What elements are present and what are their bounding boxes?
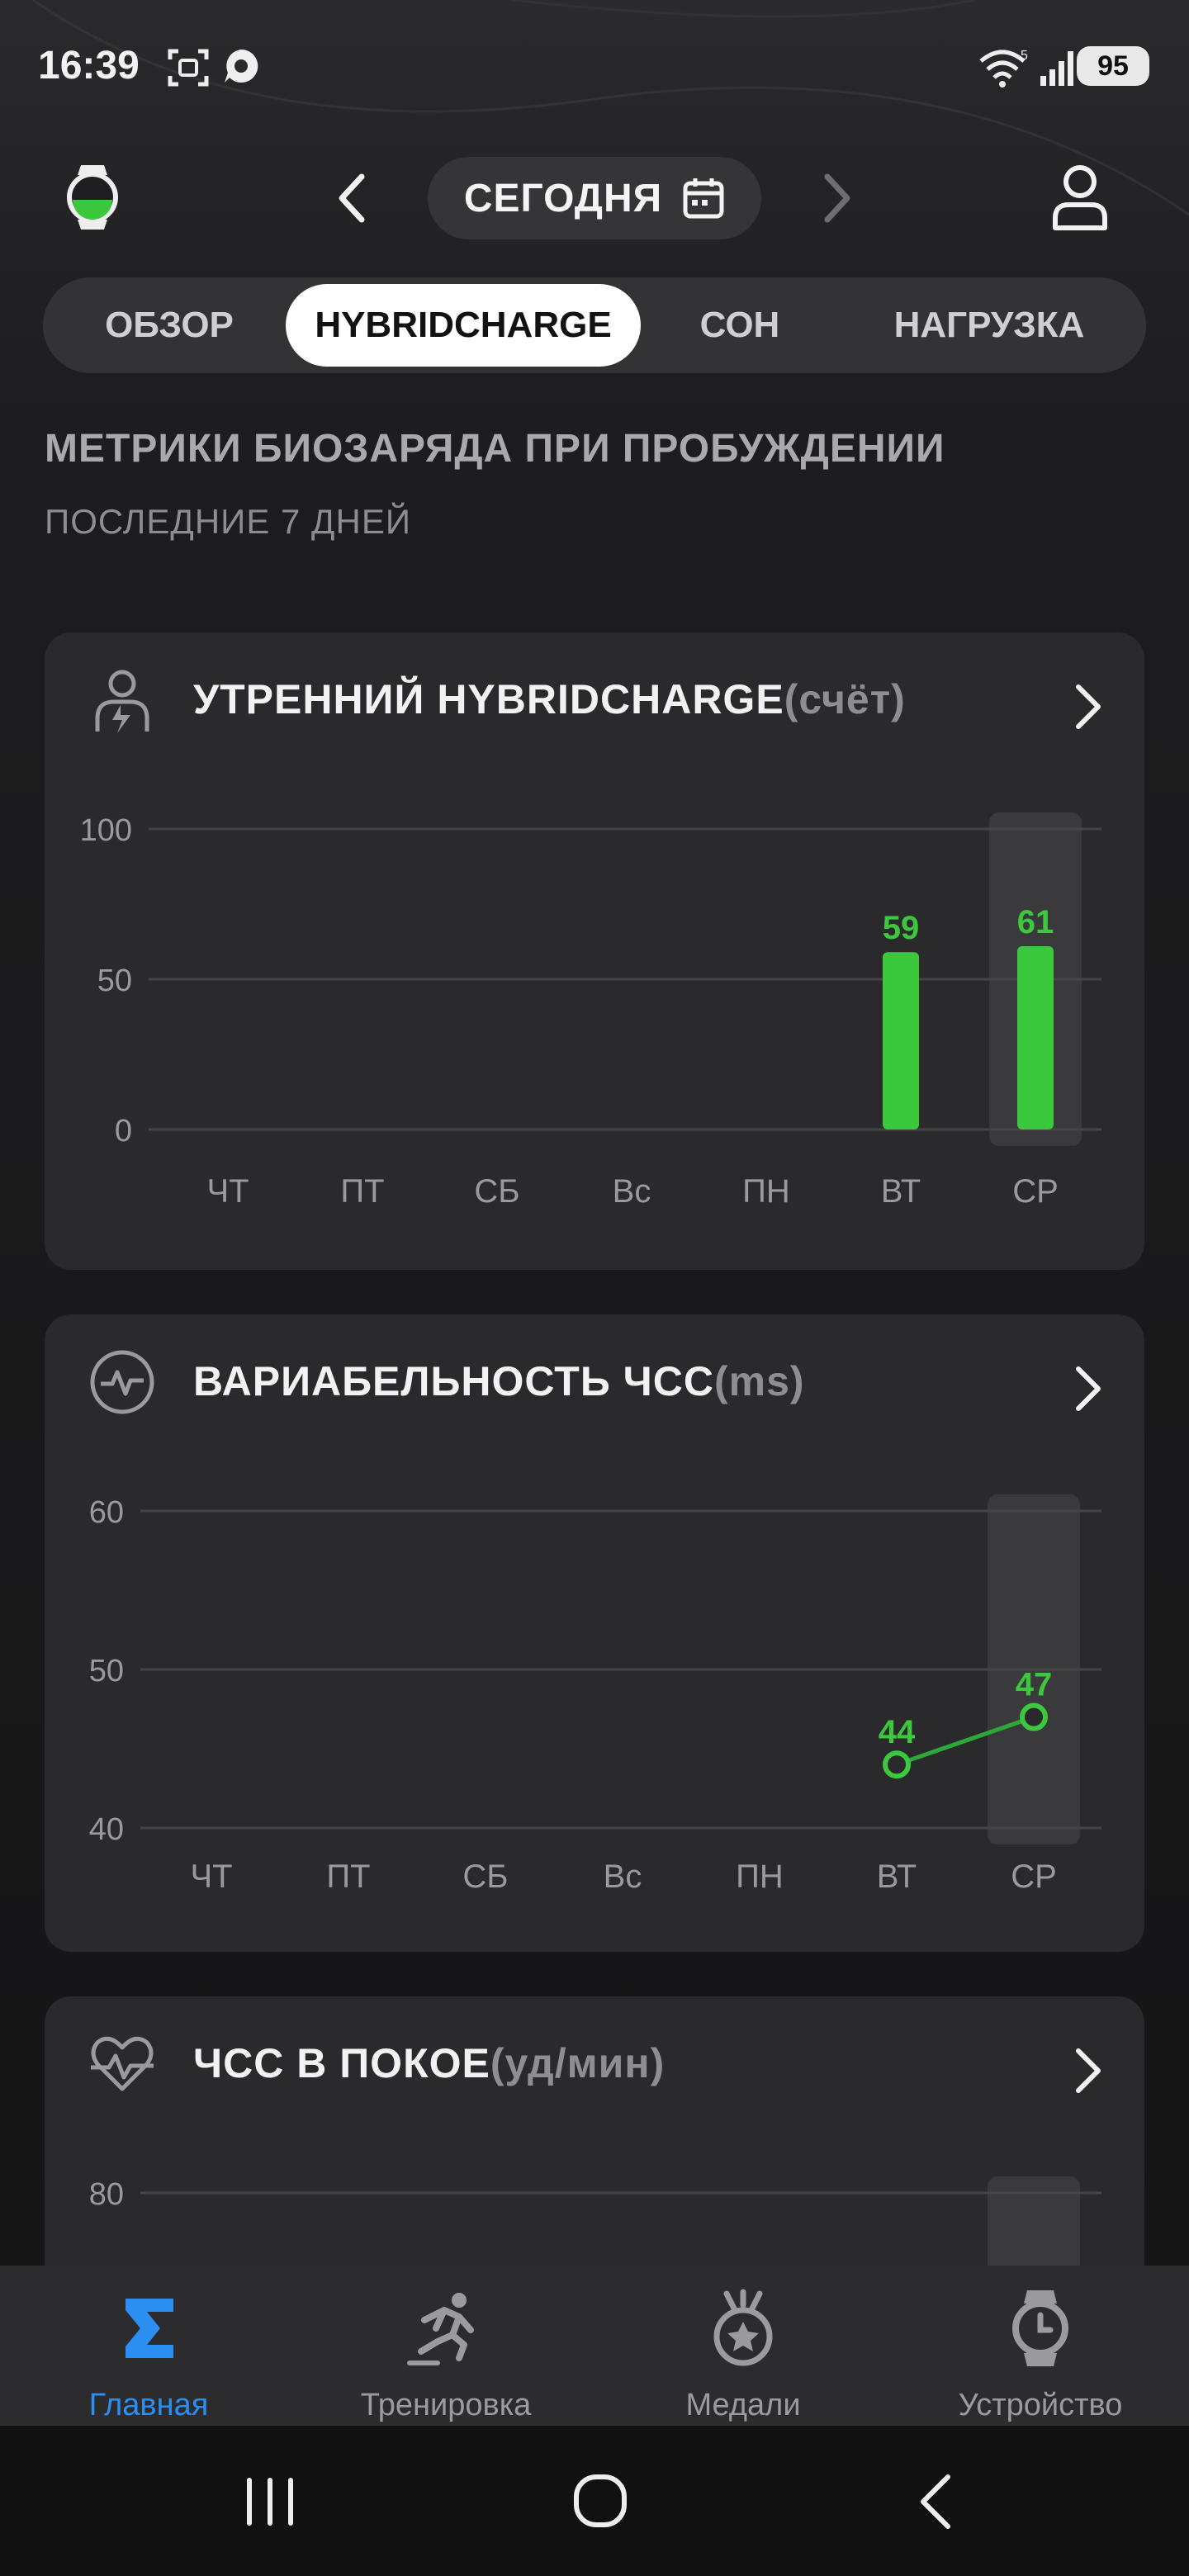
y-tick-label: 40 — [89, 1812, 124, 1847]
y-tick-label: 80 — [89, 2177, 124, 2212]
runner-icon — [407, 2293, 474, 2365]
x-tick-label: ВТ — [881, 1173, 921, 1210]
bar — [1017, 945, 1054, 1129]
date-label: СЕГОДНЯ — [463, 176, 663, 220]
sigma-home-icon — [126, 2299, 173, 2358]
y-tick-label: 50 — [97, 964, 132, 998]
watch-device-icon — [1012, 2290, 1068, 2366]
nav-workout[interactable]: Тренировка — [297, 2266, 594, 2426]
nav-label: Медали — [685, 2388, 801, 2422]
x-tick-label: ПТ — [340, 1173, 384, 1210]
x-tick-label: ПН — [736, 1859, 784, 1895]
x-tick-label: ВТ — [877, 1859, 917, 1895]
battery-indicator: 95 — [1077, 46, 1149, 86]
home-icon[interactable] — [563, 2469, 637, 2535]
x-tick-label: Вс — [613, 1173, 651, 1210]
wifi-icon: 5 — [979, 49, 1028, 88]
y-tick-label: 60 — [89, 1495, 124, 1530]
nav-label: Устройство — [958, 2388, 1123, 2422]
status-time: 16:39 — [38, 44, 140, 88]
data-point — [883, 1750, 911, 1779]
bar-value-label: 59 — [883, 910, 920, 946]
hybridcharge-bar-chart: 0 50 100 ЧТ ПТ СБ Вс ПН ВТ СР 59 61 — [80, 812, 1101, 1210]
data-point — [1020, 1702, 1048, 1731]
point-value-label: 47 — [1016, 1667, 1053, 1703]
x-tick-label: СР — [1011, 1859, 1057, 1895]
system-navigation-bar — [0, 2426, 1189, 2576]
y-tick-label: 50 — [89, 1654, 124, 1688]
svg-text:5: 5 — [1021, 49, 1028, 63]
bar — [883, 952, 919, 1129]
signal-icon — [1040, 51, 1073, 86]
tab-bar: ОБЗОР HYBRIDCHARGE СОН НАГРУЗКА — [43, 277, 1146, 373]
x-tick-label: СР — [1012, 1173, 1059, 1210]
tab-sleep[interactable]: СОН — [641, 284, 839, 367]
bar-value-label: 61 — [1017, 904, 1054, 940]
point-value-label: 44 — [879, 1714, 916, 1750]
chat-bubble-icon — [225, 49, 258, 83]
section-title: МЕТРИКИ БИОЗАРЯДА ПРИ ПРОБУЖДЕНИИ — [45, 427, 945, 471]
back-icon[interactable] — [900, 2469, 974, 2535]
nav-medals[interactable]: Медали — [594, 2266, 892, 2426]
y-tick-label: 100 — [80, 813, 132, 848]
hrv-card[interactable]: ВАРИАБЕЛЬНОСТЬ ЧСС(ms) 40 50 60 ЧТ ПТ СБ Вс ПН В… — [45, 1314, 1144, 1952]
x-tick-label: ЧТ — [206, 1173, 249, 1210]
x-tick-label: ЧТ — [190, 1859, 232, 1895]
nav-label: Главная — [88, 2388, 209, 2422]
chevron-left-icon[interactable] — [330, 170, 380, 226]
nav-device[interactable]: Устройство — [892, 2266, 1189, 2426]
medal-icon — [713, 2289, 773, 2366]
x-tick-label: Вс — [604, 1859, 642, 1895]
section-subtitle: ПОСЛЕДНИЕ 7 ДНЕЙ — [45, 502, 412, 541]
x-tick-label: СБ — [474, 1173, 519, 1210]
nav-home[interactable]: Главная — [0, 2266, 297, 2426]
tab-overview[interactable]: ОБЗОР — [50, 284, 289, 367]
screenshot-icon — [168, 49, 209, 87]
calendar-icon — [683, 178, 724, 219]
tab-load[interactable]: НАГРУЗКА — [839, 284, 1139, 367]
date-selector[interactable]: СЕГОДНЯ — [428, 157, 761, 239]
profile-icon[interactable] — [1050, 162, 1110, 231]
tab-hybridcharge[interactable]: HYBRIDCHARGE — [286, 284, 641, 367]
nav-label: Тренировка — [360, 2388, 532, 2422]
status-bar: 16:39 5 95 — [0, 0, 1189, 132]
recents-icon[interactable] — [233, 2469, 307, 2535]
morning-hybridcharge-card[interactable]: УТРЕННИЙ HYBRIDCHARGE(счёт) 0 50 100 ЧТ ПТ СБ… — [45, 632, 1144, 1270]
x-tick-label: ПТ — [326, 1859, 370, 1895]
hrv-line-chart: 40 50 60 ЧТ ПТ СБ Вс ПН ВТ СР 44 47 — [89, 1494, 1101, 1895]
x-tick-label: ПН — [742, 1173, 790, 1210]
chevron-right-icon[interactable] — [809, 170, 859, 226]
y-tick-label: 0 — [115, 1114, 132, 1148]
watch-icon[interactable] — [64, 162, 121, 233]
x-tick-label: СБ — [462, 1859, 508, 1895]
bottom-navigation: Главная Тренировка Медали Устройство — [0, 2266, 1189, 2426]
